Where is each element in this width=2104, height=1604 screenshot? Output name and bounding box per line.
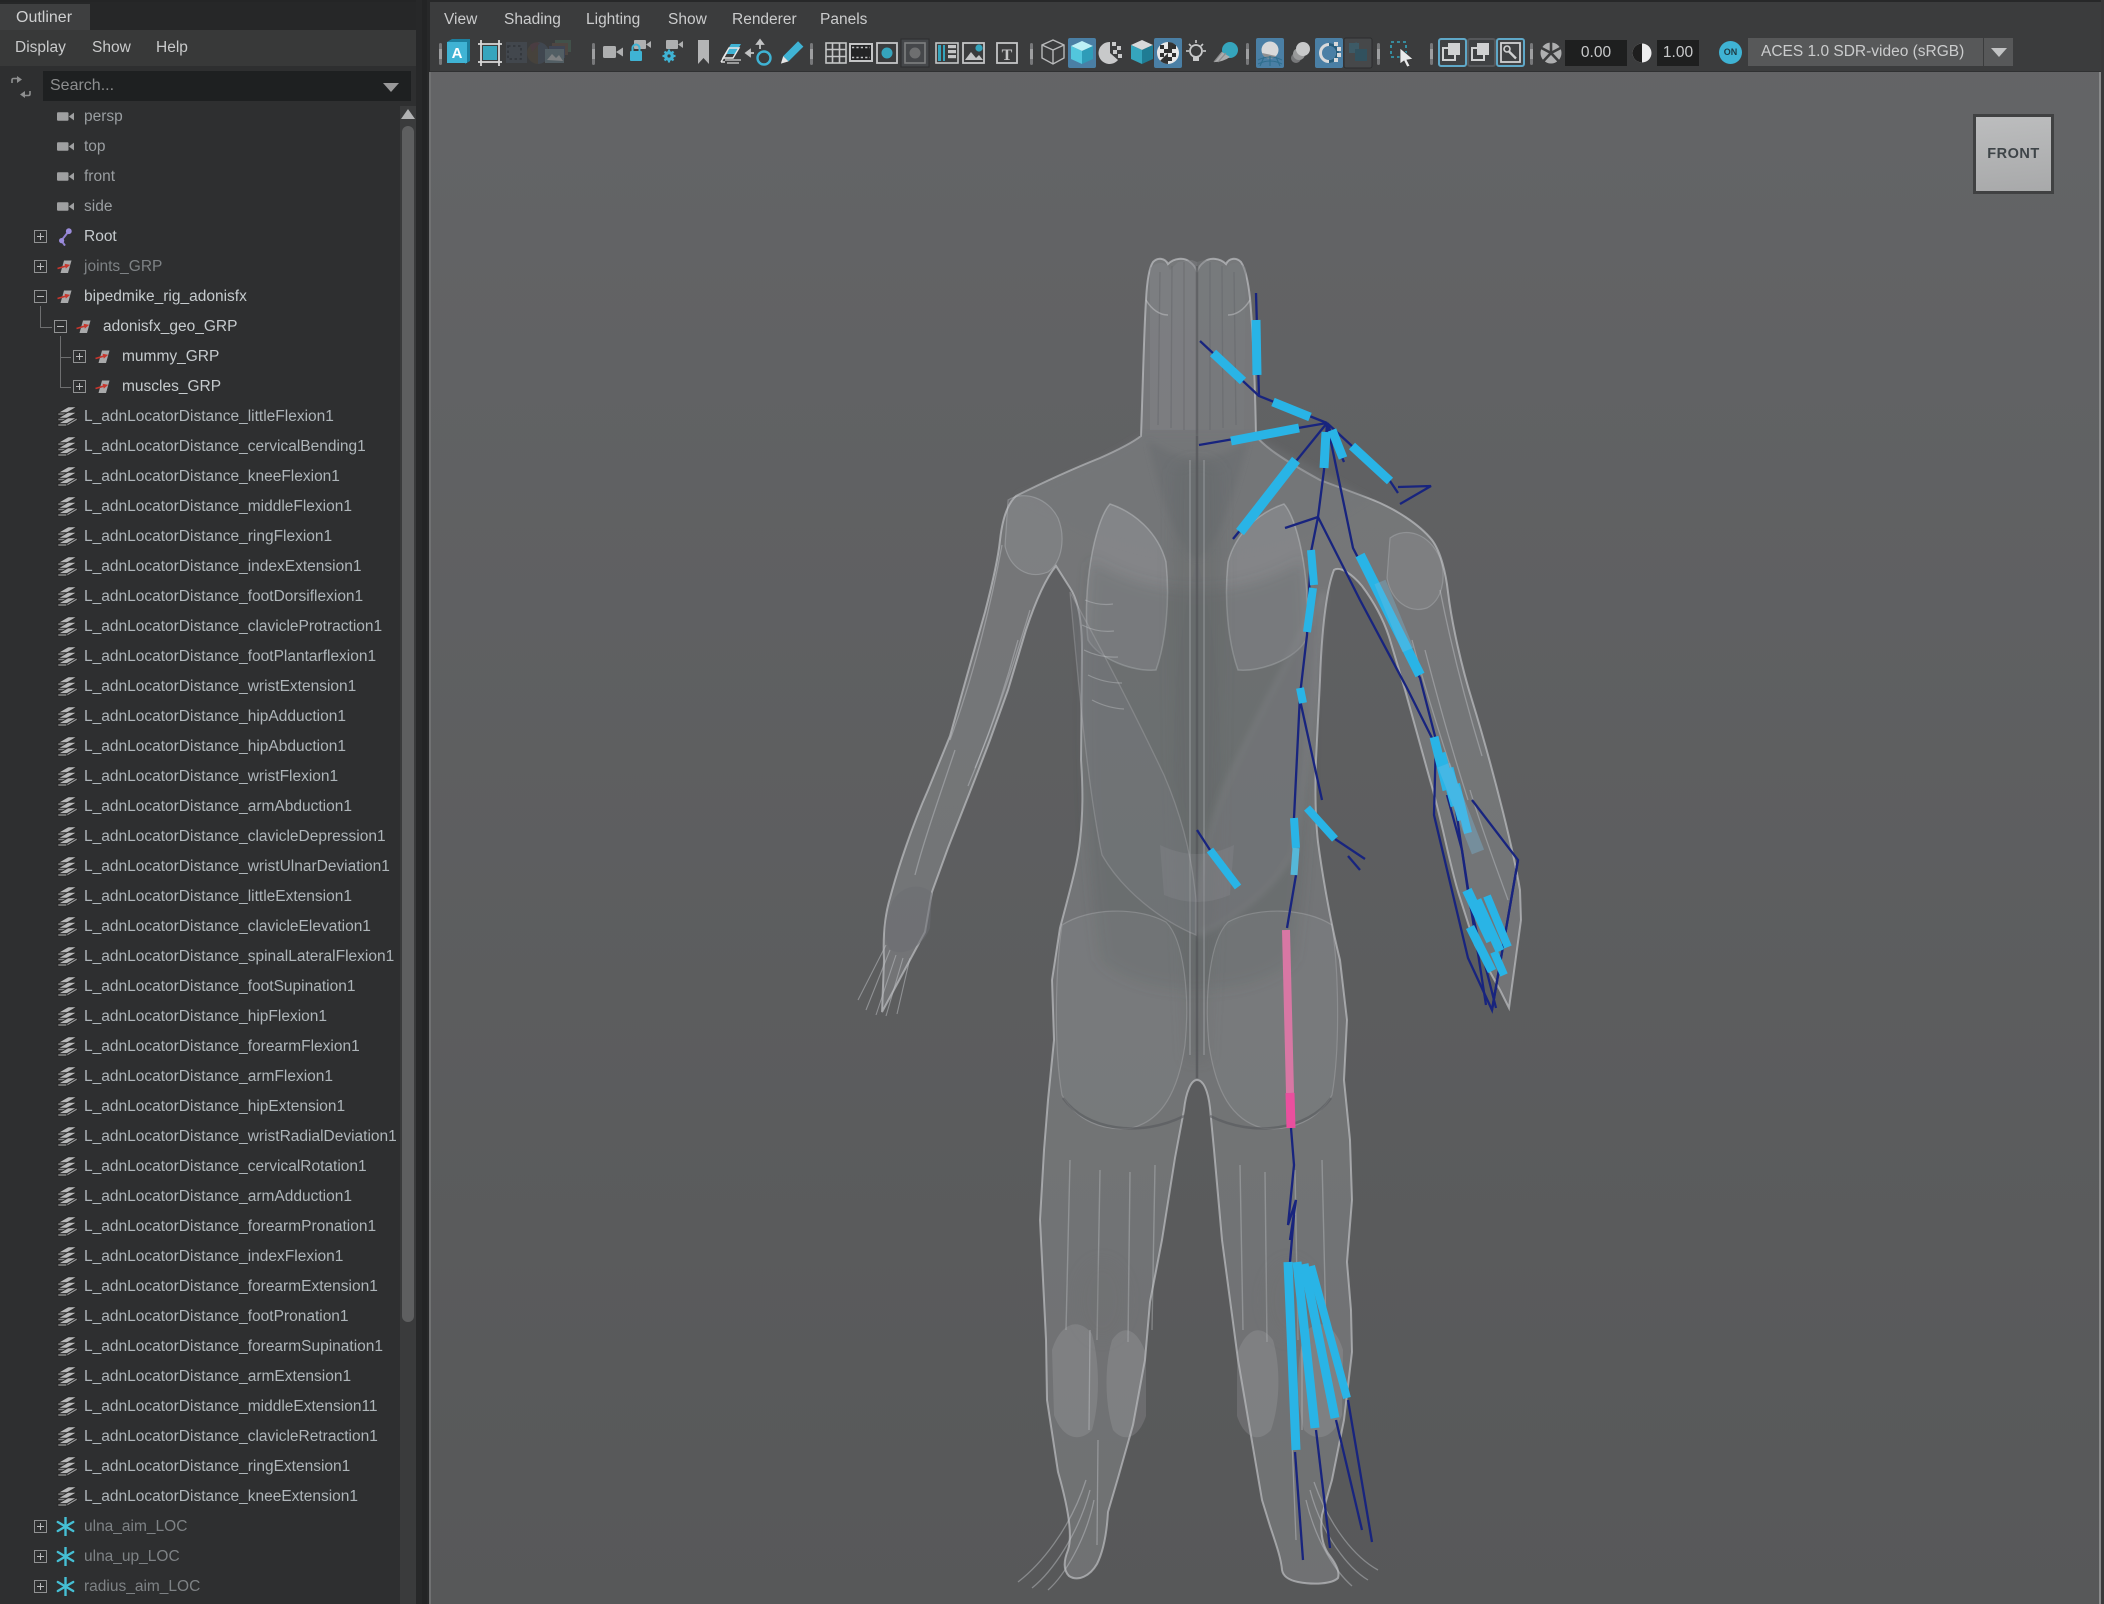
svg-text:T: T — [1002, 47, 1013, 64]
svg-text:A: A — [452, 45, 463, 62]
